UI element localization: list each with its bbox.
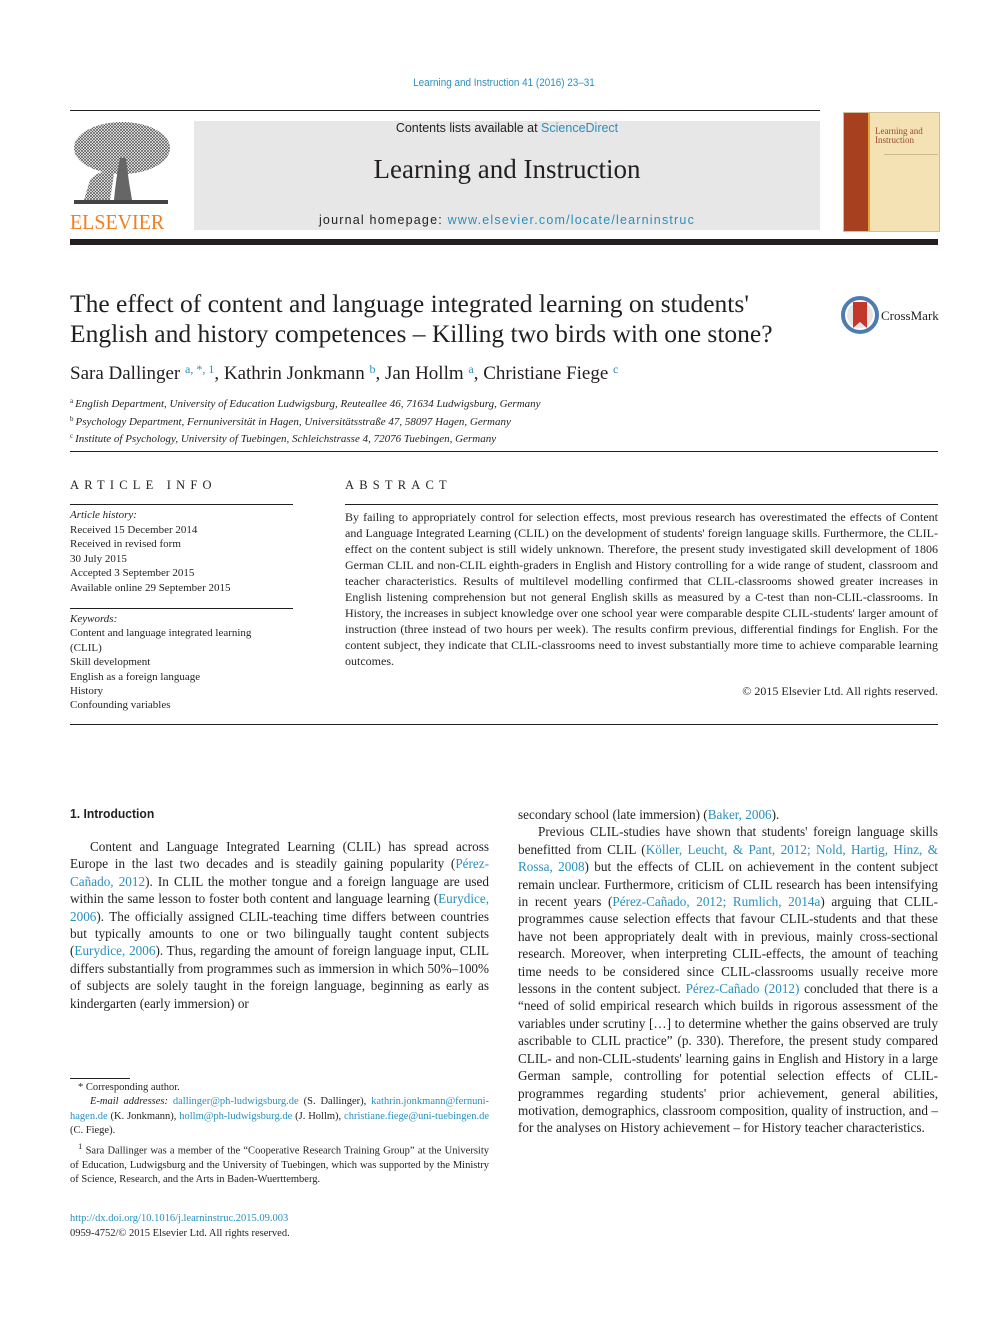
journal-title: Learning and Instruction [373,154,641,184]
section-heading-introduction: 1. Introduction [70,806,155,821]
journal-banner: Contents lists available at ScienceDirec… [194,121,820,230]
email-link[interactable]: hollm@ph-ludwigsburg.de [179,1111,292,1122]
header-rule [70,110,820,111]
keyword: (CLIL) [70,641,102,654]
cover-spine [844,113,868,231]
keyword: Skill development [70,656,151,669]
doi-block: http://dx.doi.org/10.1016/j.learninstruc… [70,1211,290,1241]
history-item: Accepted 3 September 2015 [70,567,195,579]
history-item: Available online 29 September 2015 [70,581,231,594]
article-history: Article history: Received 15 December 20… [70,508,300,595]
abstract-copyright: © 2015 Elsevier Ltd. All rights reserved… [742,684,938,698]
keywords: Keywords: Content and language integrate… [70,612,300,713]
keywords-label: Keywords: [70,613,118,625]
doi-link[interactable]: http://dx.doi.org/10.1016/j.learninstruc… [70,1213,288,1224]
abstract-heading: ABSTRACT [345,478,452,492]
author-marks[interactable]: a [468,362,473,376]
author: Sara Dallinger [70,363,181,384]
author-marks[interactable]: a, *, 1 [185,362,214,376]
corresponding-author-note: * Corresponding author. [78,1082,180,1093]
author-list: Sara Dallinger a, *, 1, Kathrin Jonkmann… [70,362,619,384]
email-link[interactable]: dallinger@ph-ludwigsburg.de [173,1096,299,1107]
citation-link[interactable]: Pérez-Cañado, 2012; Rumlich, 2014a [612,894,820,909]
footnote-rule [70,1078,130,1079]
keyword: Content and language integrated learning [70,627,252,640]
crossmark-icon [841,296,879,334]
affiliation: c Institute of Psychology, University of … [70,432,497,445]
paragraph-continuation: secondary school (late immersion) (Baker… [518,807,780,822]
author-marks[interactable]: b [370,362,376,376]
email-link[interactable]: christiane.fiege@uni-tuebingen.de [344,1111,489,1122]
article-info-rule [70,504,293,505]
abstract-text: By failing to appropriately control for … [345,510,938,668]
author: Christiane Fiege [483,363,609,384]
keyword: Confounding variables [70,699,171,712]
citation-link[interactable]: Eurydice, 2006 [74,943,155,958]
elsevier-wordmark: ELSEVIER [70,210,165,234]
author-marks[interactable]: c [613,362,618,376]
author: Kathrin Jonkmann [223,363,365,384]
paragraph: Previous CLIL-studies have shown that st… [518,824,938,1136]
history-label: Article history: [70,509,137,521]
history-item: 30 July 2015 [70,552,127,565]
cover-spine-stripe [868,113,870,231]
paragraph: Content and Language Integrated Learning… [70,839,490,1011]
history-item: Received 15 December 2014 [70,523,198,536]
issn-copyright: 0959-4752/© 2015 Elsevier Ltd. All right… [70,1228,290,1239]
abstract-rule [345,504,938,505]
keyword: English as a foreign language [70,670,201,683]
homepage-line: journal homepage: www.elsevier.com/locat… [194,213,820,227]
cover-title: Learning and Instruction [875,126,923,145]
footnotes: * Corresponding author. E-mail addresses… [70,1081,489,1187]
sciencedirect-link[interactable]: ScienceDirect [541,121,618,135]
affiliation: b Psychology Department, Fernuniversität … [70,414,511,428]
abstract-bottom-rule [70,724,938,725]
contents-prefix: Contents lists available at [395,121,542,135]
body-column-right: secondary school (late immersion) (Baker… [518,806,938,1137]
affiliation: a English Department, University of Educa… [70,397,541,410]
citation-link[interactable]: Baker, 2006 [708,807,772,822]
crossmark-label: CrossMark [881,308,939,323]
header-thick-rule [70,239,938,245]
email-addresses: E-mail addresses: dallinger@ph-ludwigsbu… [70,1096,489,1137]
crossmark-badge[interactable]: CrossMark [841,296,941,336]
article-info-heading: ARTICLE INFO [70,478,217,492]
keywords-rule [70,608,293,609]
homepage-link[interactable]: www.elsevier.com/locate/learninstruc [448,213,695,227]
journal-cover-thumbnail[interactable]: Learning and Instruction [843,112,940,232]
section-rule [70,451,938,452]
history-item: Received in revised form [70,538,181,550]
cover-rule [884,154,938,155]
affiliations: a English Department, University of Educa… [70,394,541,447]
body-column-left: Content and Language Integrated Learning… [70,838,489,1012]
keyword: History [70,685,103,698]
footnote-1: 1 Sara Dallinger was a member of the “Co… [70,1140,489,1185]
author: Jan Hollm [385,363,464,384]
tree-icon [74,122,170,204]
contents-line: Contents lists available at ScienceDirec… [194,121,820,135]
homepage-prefix: journal homepage: [318,213,448,227]
citation-link[interactable]: Pérez-Cañado (2012) [686,981,800,996]
running-head[interactable]: Learning and Instruction 41 (2016) 23–31 [50,77,957,89]
article-title: The effect of content and language integ… [70,289,773,348]
